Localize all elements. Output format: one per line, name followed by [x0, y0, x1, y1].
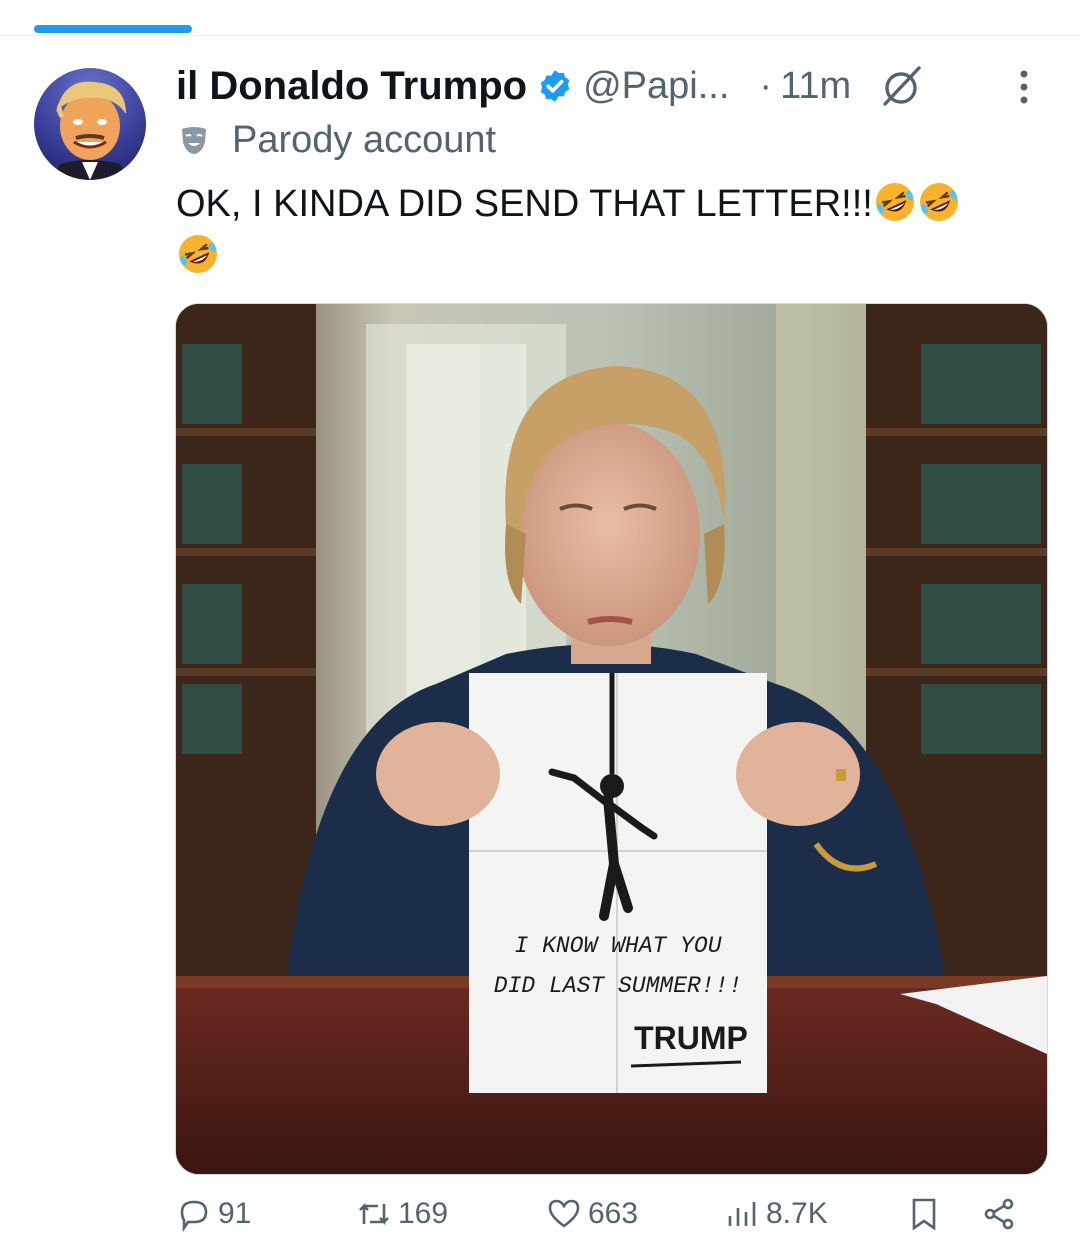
- top-divider: [0, 35, 1080, 36]
- share-button[interactable]: [982, 1196, 1018, 1232]
- views-button[interactable]: 8.7K: [724, 1196, 828, 1232]
- like-count: 663: [588, 1197, 639, 1230]
- tweet-media-image[interactable]: I KNOW WHAT YOU DID LAST SUMMER!!! TRUMP: [175, 303, 1048, 1175]
- like-button[interactable]: 663: [546, 1196, 638, 1232]
- handle[interactable]: @Papi...: [583, 65, 729, 108]
- loading-progress-bar: [34, 25, 192, 33]
- bookmark-icon: [912, 1198, 936, 1231]
- paper-text-line1: I KNOW WHAT YOU: [514, 933, 721, 959]
- parody-label: Parody account: [232, 118, 497, 161]
- reply-icon: [180, 1200, 208, 1232]
- reply-button[interactable]: 91: [176, 1196, 251, 1232]
- tweet-header: il Donaldo Trumpo @Papi... · 11m: [176, 60, 1040, 112]
- repost-icon: [359, 1202, 389, 1226]
- verified-badge-icon: [540, 70, 570, 102]
- parody-label-row: Parody account: [178, 118, 496, 162]
- separator-dot: ·: [759, 64, 773, 107]
- repost-button[interactable]: 169: [356, 1196, 448, 1232]
- display-name[interactable]: il Donaldo Trumpo: [176, 64, 527, 109]
- like-icon: [548, 1199, 580, 1228]
- grok-icon[interactable]: [877, 62, 925, 110]
- share-icon: [984, 1198, 1014, 1230]
- views-count: 8.7K: [766, 1197, 828, 1230]
- paper-text-line2: DID LAST SUMMER!!!: [494, 973, 742, 999]
- views-icon: [728, 1202, 756, 1226]
- reply-count: 91: [218, 1197, 252, 1230]
- bookmark-button[interactable]: [906, 1196, 942, 1232]
- repost-count: 169: [398, 1197, 449, 1230]
- more-icon[interactable]: [1010, 68, 1038, 108]
- timestamp[interactable]: 11m: [780, 65, 851, 108]
- laughing-emoji-icon: [875, 183, 914, 221]
- paper-signature: TRUMP: [634, 1020, 748, 1056]
- laughing-emoji-icon: [179, 235, 217, 273]
- tweet-text: OK, I KINDA DID SEND THAT LETTER!!!: [176, 178, 1036, 282]
- tweet-action-bar: 91 169 663 8.7K: [176, 1196, 1036, 1246]
- laughing-emoji-icon: [919, 183, 958, 221]
- avatar[interactable]: [34, 68, 146, 180]
- tweet-body: OK, I KINDA DID SEND THAT LETTER!!!: [176, 183, 873, 225]
- parody-mask-icon: [182, 127, 206, 154]
